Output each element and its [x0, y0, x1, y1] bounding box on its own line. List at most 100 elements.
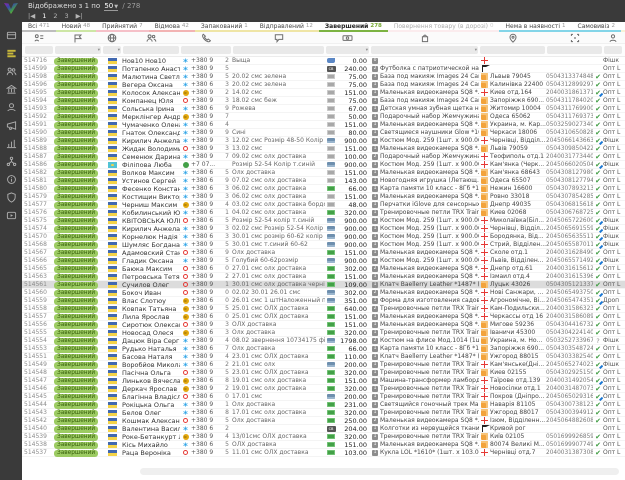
delivery-address: Калинівка 22400 [490, 81, 546, 89]
payment-card-badge-icon: CB [327, 426, 336, 432]
page-number-2[interactable]: 2 [53, 12, 57, 20]
country-column-header[interactable] [102, 32, 122, 43]
address-column-header[interactable] [479, 32, 546, 43]
ukrposhta-icon [481, 201, 488, 208]
phone-filter-input[interactable] [181, 46, 231, 54]
source-cell [180, 370, 191, 375]
quantity-badge: 1 [372, 82, 378, 88]
days-count: 4 [219, 353, 232, 361]
orders-icon[interactable] [4, 47, 18, 59]
status-tab[interactable]: Повернення товару (в дорозі)0 [388, 22, 500, 32]
status-tab[interactable]: Всі471 [22, 22, 56, 32]
tracking-filter-input[interactable] [547, 46, 602, 54]
stats-icon[interactable] [4, 137, 18, 149]
payments-icon[interactable] [4, 101, 18, 113]
clients-column-header[interactable] [122, 32, 180, 43]
horizontal-scrollbar[interactable] [140, 468, 619, 475]
country-flag-icon [108, 218, 117, 224]
delivery-address: Кам-Подильски... [490, 305, 546, 313]
product-name: Тренировочные петли TRX Train... [380, 385, 479, 393]
order-row[interactable]: 514537ЗавершенийРаца Вероніка+380 9511.0… [22, 449, 625, 457]
order-comment: Олх доставка [232, 329, 325, 337]
page-number-3[interactable]: 3 [64, 12, 68, 20]
bank-icon[interactable] [4, 83, 18, 95]
confirmation-cell: ✔ [593, 193, 603, 201]
page-number-1[interactable]: 1 [42, 12, 46, 20]
price-filter-select[interactable]: ▾ [326, 46, 369, 54]
tracking-number: 0504302925150 [546, 369, 593, 377]
manager-filter-input[interactable] [604, 46, 622, 54]
days-count: 2 [219, 273, 232, 281]
status-tab[interactable]: Прийнятий7 [96, 22, 148, 32]
country-flag-cell [102, 234, 122, 240]
status-tab[interactable]: Нема в наявності1 [499, 22, 571, 32]
tracking-number: 20450655870119 [546, 241, 593, 249]
tracking-column-header[interactable] [546, 32, 603, 43]
order-comment: ОЛХ доставка [232, 321, 325, 329]
products-column-header[interactable] [370, 32, 479, 43]
client-filter-input[interactable] [123, 46, 179, 54]
status-column-header[interactable] [54, 32, 102, 43]
price-column-header[interactable] [325, 32, 370, 43]
product-name: Подарочный набор Жемчужина... [380, 153, 479, 161]
marketing-icon[interactable] [4, 119, 18, 131]
status-tab[interactable]: Запакований1 [195, 22, 254, 32]
status-tab[interactable]: Сервіси0 [621, 22, 625, 32]
product-name: Форма для изготовления садов... [380, 297, 479, 305]
phone-column-header[interactable] [180, 32, 232, 43]
page-size-dropdown[interactable]: 50▼ [104, 2, 118, 11]
dashboard-icon[interactable] [4, 29, 18, 41]
check-icon: ✔ [595, 449, 601, 457]
product-filter-select[interactable]: ▾ [371, 46, 478, 54]
courier-cell [479, 57, 490, 64]
product-name: Маленькая видеокамера SQ8 *... [380, 289, 479, 297]
info-icon[interactable] [4, 173, 18, 185]
comment-column-header[interactable] [232, 32, 325, 43]
network-icon[interactable] [4, 155, 18, 167]
order-total: 151.00 [337, 249, 370, 257]
confirmation-cell: ✔ [593, 433, 603, 441]
delivery-address: Сколе отд.1 [490, 249, 546, 257]
payment-cell [325, 346, 337, 351]
quantity-badge: 1 [372, 426, 378, 432]
team-icon[interactable] [4, 65, 18, 77]
status-tab[interactable]: Відправлений12 [254, 22, 319, 32]
app-logo-icon[interactable] [3, 2, 19, 15]
status-tab[interactable]: Завершений278 [319, 22, 388, 32]
delivery-address: Кам'янське(Днi... [490, 361, 546, 369]
order-id: 514548 [24, 369, 54, 377]
country-filter-select[interactable]: ▾ [103, 46, 121, 54]
status-tab[interactable]: Відмова42 [149, 22, 195, 32]
payment-cash-icon [327, 170, 335, 175]
order-id-column-header[interactable] [24, 32, 54, 43]
security-icon[interactable] [4, 191, 18, 203]
sidebar [0, 0, 22, 480]
order-row[interactable]: 514716ЗавершенийНов10 Нов10*+380 92Выща0… [22, 57, 625, 65]
payment-cash-icon [327, 90, 335, 95]
confirmation-cell: ✔ [593, 225, 603, 233]
ukrposhta-icon [481, 369, 488, 376]
delivery-address: Кривой рог [490, 425, 546, 433]
tab-label: Нема в наявності [505, 23, 560, 30]
days-count: 5 [219, 369, 232, 377]
comment-filter-input[interactable] [233, 46, 324, 54]
order-id: 514594 [24, 97, 54, 105]
address-filter-input[interactable] [480, 46, 545, 54]
delivery-address: Теофиполь отд.1 [490, 153, 546, 161]
viber-source-icon: * [183, 59, 188, 65]
order-id-filter-input[interactable] [25, 46, 53, 54]
delivery-address: Запоріжжя 690... [490, 345, 546, 353]
nova-poshta-icon [481, 217, 488, 224]
country-flag-icon [108, 354, 117, 360]
status-tab[interactable]: Самовивіз2 [572, 22, 621, 32]
check-icon: ✔ [595, 329, 601, 337]
manager-column-header[interactable] [603, 32, 623, 43]
status-filter-select[interactable]: ▾ [55, 46, 101, 54]
last-page-button[interactable]: ▶| [76, 12, 83, 20]
first-page-button[interactable]: |◀ [28, 12, 35, 20]
order-total: 151.00 [337, 321, 370, 329]
status-tab[interactable]: Новий48 [56, 22, 97, 32]
video-icon[interactable] [4, 209, 18, 221]
delivery-address: Ужгород 88015 [490, 353, 546, 361]
quantity-badge: 2 [372, 266, 378, 272]
